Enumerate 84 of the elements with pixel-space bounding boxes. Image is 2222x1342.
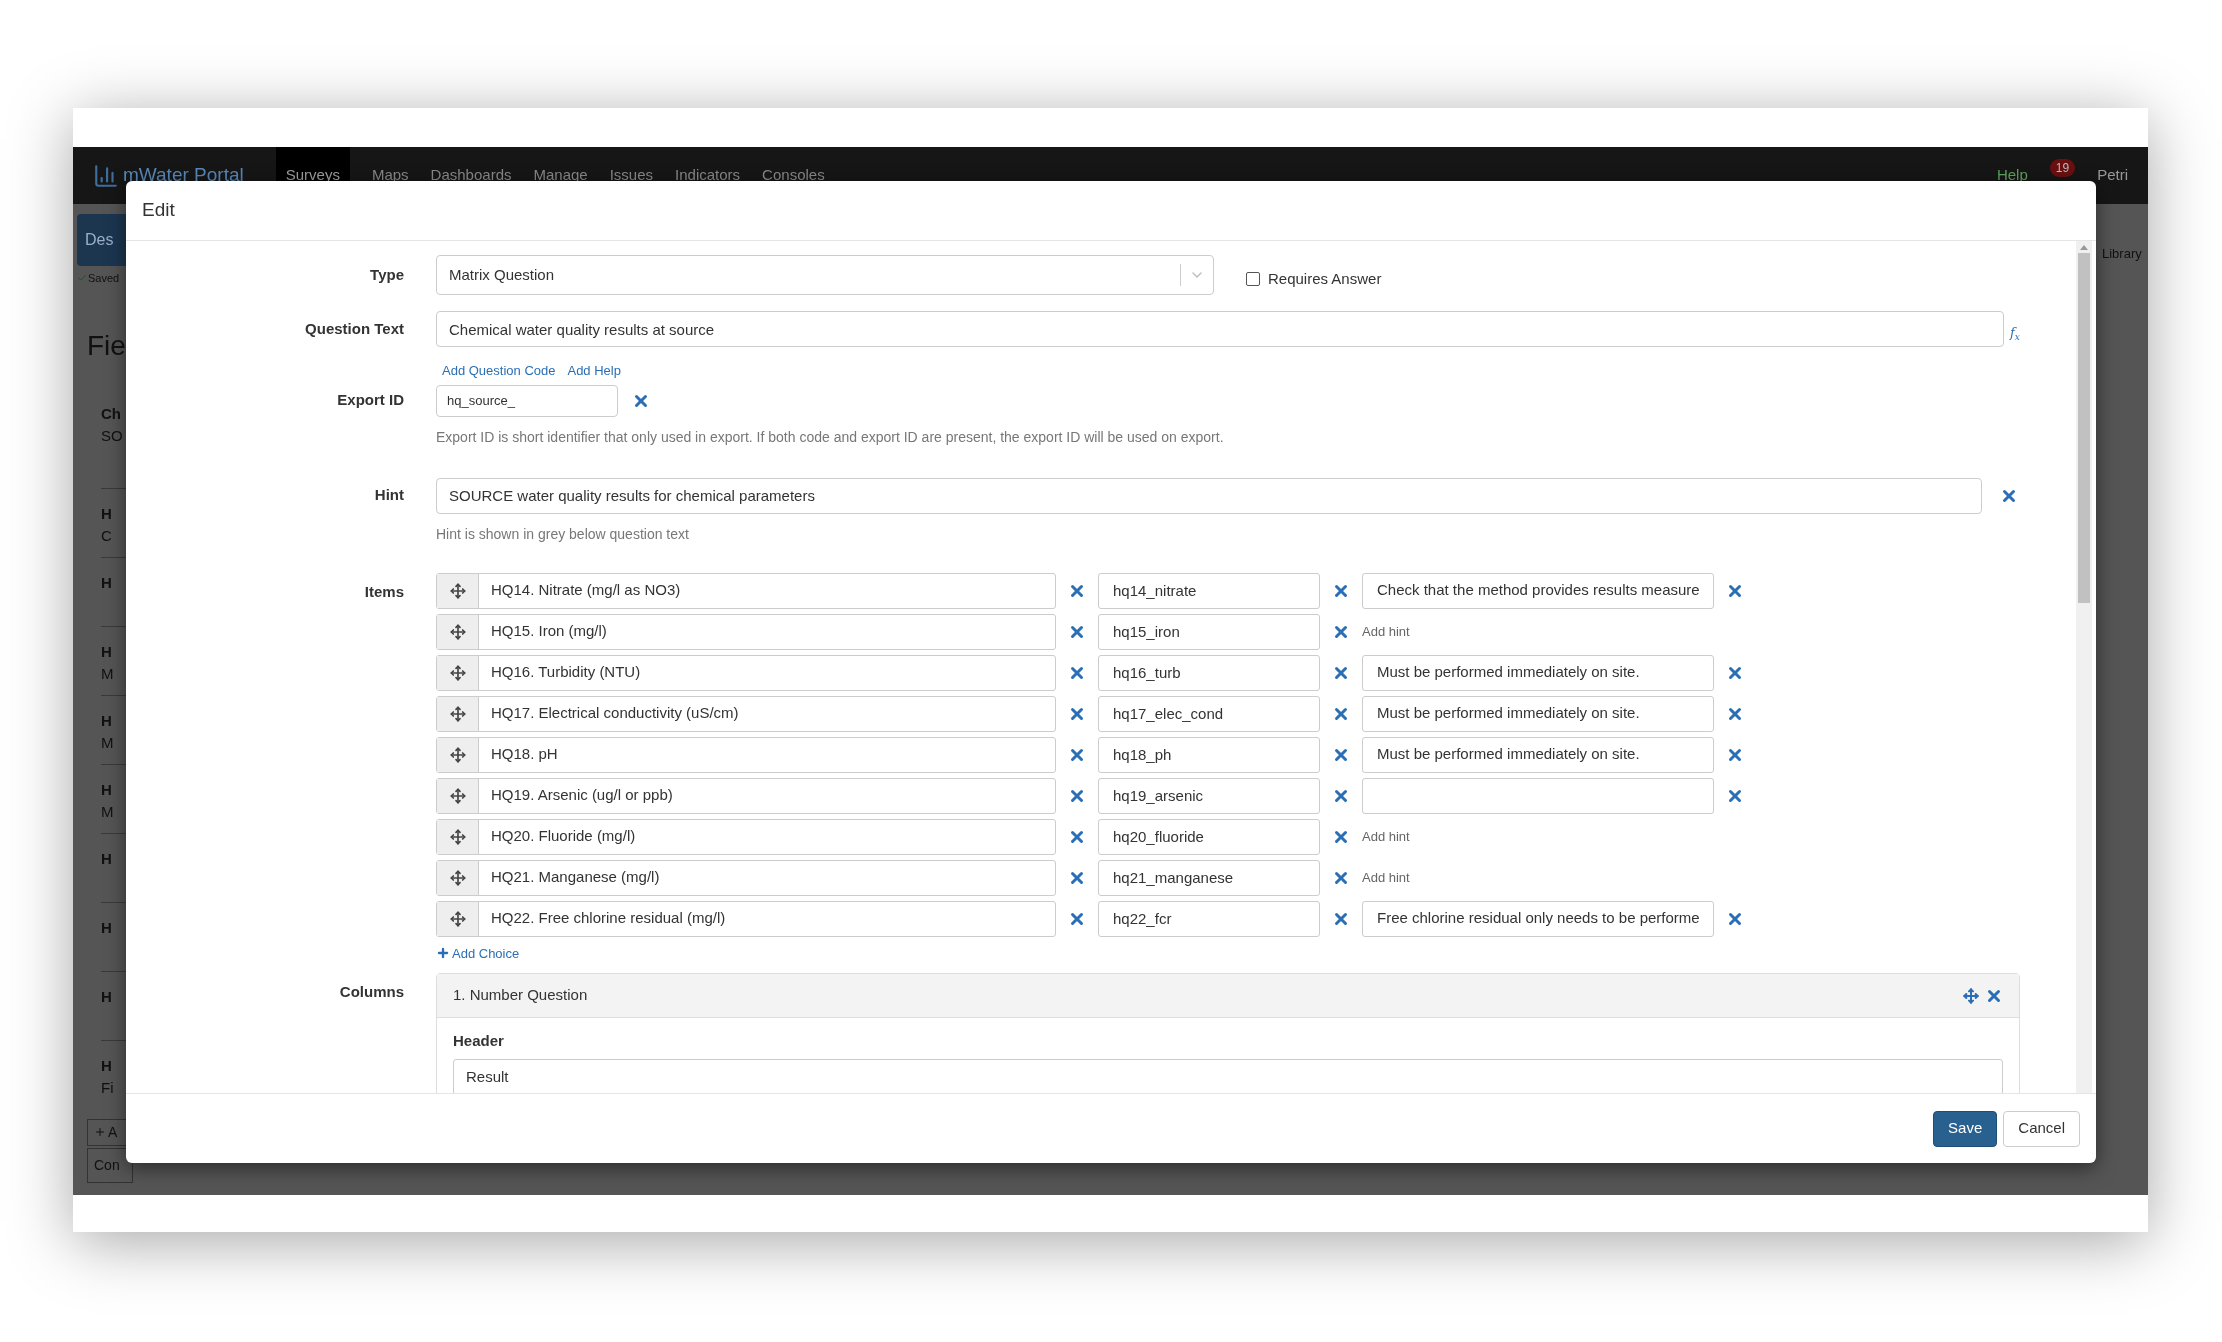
field-label: Export ID xyxy=(336,390,405,411)
question-title: H xyxy=(101,641,113,662)
question-text-field[interactable]: Chemical water quality results at source xyxy=(436,311,2004,347)
question-title: H xyxy=(101,503,113,524)
question-title: H xyxy=(101,572,113,593)
choice-code-field[interactable]: hq17_elec_cond xyxy=(1098,695,1320,732)
drag-handle-icon[interactable] xyxy=(449,787,466,804)
section-title: Ch xyxy=(101,403,122,424)
add-hint-link[interactable]: Add hint xyxy=(1362,826,1410,847)
type-select[interactable]: Matrix Question xyxy=(436,255,1214,295)
choice-hint-field[interactable] xyxy=(1362,777,1714,814)
choice-label-field[interactable]: HQ20. Fluoride (mg/l) xyxy=(436,818,1056,855)
help-text: Export ID is short identifier that only used in export. If both code and export ID are present, the export ID will be used on export. xyxy=(436,427,1225,447)
choice-code-field[interactable]: hq14_nitrate xyxy=(1098,572,1320,609)
question-title: H xyxy=(101,986,113,1007)
field-label: Type xyxy=(369,264,405,285)
cancel-button[interactable]: Cancel xyxy=(2003,1110,2080,1147)
field-label: Columns xyxy=(338,982,405,1002)
field-label: Items xyxy=(363,581,405,602)
choice-label-field[interactable]: HQ22. Free chlorine residual (mg/l) xyxy=(436,900,1056,937)
question-title: H xyxy=(101,710,113,731)
move-icon[interactable] xyxy=(1963,987,1979,1004)
question-title: H xyxy=(101,779,113,800)
add-link[interactable]: Add Question Code xyxy=(442,361,556,381)
choice-label-field[interactable]: HQ19. Arsenic (ug/l or ppb) xyxy=(436,777,1056,814)
help-text: Hint is shown in grey below question text xyxy=(436,524,690,544)
field-label: Question Text xyxy=(304,318,405,339)
choice-code-field[interactable]: hq20_fluoride xyxy=(1098,818,1320,855)
choice-hint-field[interactable]: Must be performed immediately on site. xyxy=(1362,736,1714,773)
add-link[interactable]: Add Help xyxy=(567,361,621,381)
drag-handle-icon[interactable] xyxy=(449,746,466,763)
drag-handle-icon[interactable] xyxy=(449,664,466,681)
choice-label-field[interactable]: HQ18. pH xyxy=(436,736,1056,773)
question-subtitle: Fi xyxy=(101,1078,115,1098)
question-subtitle: C xyxy=(101,526,113,546)
drag-handle-icon[interactable] xyxy=(449,828,466,845)
choice-hint-field[interactable]: Free chlorine residual only needs to be performe xyxy=(1362,900,1714,937)
dialog-title: Edit xyxy=(142,198,175,223)
add-choice-link[interactable]: Add Choice xyxy=(436,943,1756,963)
page-heading: Fie xyxy=(87,328,127,363)
add-hint-link[interactable]: Add hint xyxy=(1362,867,1410,888)
choice-label-field[interactable]: HQ17. Electrical conductivity (uS/cm) xyxy=(436,695,1056,732)
question-subtitle: M xyxy=(101,802,115,822)
plus-icon xyxy=(436,946,450,961)
drag-handle-icon[interactable] xyxy=(449,705,466,722)
choice-label-field[interactable]: HQ15. Iron (mg/l) xyxy=(436,613,1056,650)
hint-field[interactable]: SOURCE water quality results for chemical parameters xyxy=(436,477,1982,514)
choice-code-field[interactable]: hq19_arsenic xyxy=(1098,777,1320,814)
notification-badge[interactable]: 19 xyxy=(2049,158,2076,177)
choice-hint-field[interactable]: Check that the method provides results measure xyxy=(1362,572,1714,609)
drag-handle-icon[interactable] xyxy=(449,869,466,886)
choice-label-field[interactable]: HQ14. Nitrate (mg/l as NO3) xyxy=(436,572,1056,609)
question-title: H xyxy=(101,1055,113,1076)
question-title: H xyxy=(101,848,113,869)
user-menu[interactable]: Petri xyxy=(2097,164,2128,187)
export-id-field[interactable]: hq_source_ xyxy=(436,384,618,417)
check-icon xyxy=(77,273,87,284)
section-subtitle: SO xyxy=(101,426,124,446)
save-button[interactable]: Save xyxy=(1933,1110,1998,1147)
choice-label-field[interactable]: HQ21. Manganese (mg/l) xyxy=(436,859,1056,896)
choice-code-field[interactable]: hq18_ph xyxy=(1098,736,1320,773)
formula-button[interactable]: f$_{x}$ xyxy=(2010,323,2020,343)
choice-code-field[interactable]: hq21_manganese xyxy=(1098,859,1320,896)
drag-handle-icon[interactable] xyxy=(449,623,466,640)
column-title: 1. Number Question xyxy=(453,985,589,1006)
choice-hint-field[interactable]: Must be performed immediately on site. xyxy=(1362,695,1714,732)
choice-hint-field[interactable]: Must be performed immediately on site. xyxy=(1362,654,1714,691)
scrollbar-thumb[interactable] xyxy=(2078,253,2090,603)
plus-icon xyxy=(94,1126,106,1138)
choice-code-field[interactable]: hq16_turb xyxy=(1098,654,1320,691)
field-label: Hint xyxy=(373,485,405,506)
drag-handle-icon[interactable] xyxy=(449,582,466,599)
choice-label-field[interactable]: HQ16. Turbidity (NTU) xyxy=(436,654,1056,691)
header-field[interactable]: Result xyxy=(453,1058,2003,1093)
question-subtitle: M xyxy=(101,733,115,753)
header-label: Header xyxy=(453,1031,505,1051)
add-hint-link[interactable]: Add hint xyxy=(1362,621,1410,642)
question-title: H xyxy=(101,917,113,938)
drag-handle-icon[interactable] xyxy=(449,910,466,927)
requires-answer-checkbox[interactable]: Requires Answer xyxy=(1246,267,1382,291)
choice-code-field[interactable]: hq22_fcr xyxy=(1098,900,1320,937)
bar-chart-icon xyxy=(93,162,119,189)
choice-code-field[interactable]: hq15_iron xyxy=(1098,613,1320,650)
question-subtitle: M xyxy=(101,664,115,684)
